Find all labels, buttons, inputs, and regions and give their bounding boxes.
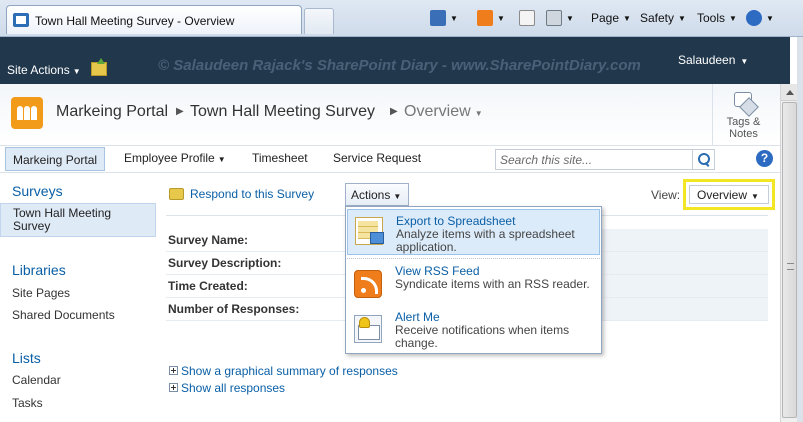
detail-value: [601, 252, 768, 274]
home-button[interactable]: ▼: [430, 9, 458, 27]
tags-notes-button[interactable]: Tags & Notes: [712, 84, 774, 146]
print-icon: [546, 10, 562, 26]
top-nav-item-label: Employee Profile: [124, 151, 215, 165]
site-actions-menu[interactable]: Site Actions ▼: [7, 63, 81, 77]
left-nav-item-tasks[interactable]: Tasks: [12, 396, 43, 410]
show-graphical-summary-link[interactable]: Show a graphical summary of responses: [169, 364, 398, 378]
actions-label: Actions: [351, 188, 391, 202]
menu-item-export-to-spreadsheet[interactable]: Export to Spreadsheet Analyze items with…: [347, 209, 600, 255]
left-nav-item-site-pages[interactable]: Site Pages: [12, 286, 70, 300]
user-menu[interactable]: Salaudeen ▼: [678, 53, 748, 67]
help-circle-icon: [746, 10, 762, 26]
expand-icon: [169, 366, 178, 375]
site-actions-label: Site Actions: [7, 63, 70, 77]
breadcrumb-separator-icon: ▶: [176, 106, 184, 117]
menu-item-description: Analyze items with a spreadsheet applica…: [396, 227, 575, 254]
search-icon[interactable]: [693, 149, 715, 170]
detail-label: Survey Description:: [168, 256, 282, 270]
left-nav-item-calendar[interactable]: Calendar: [12, 373, 61, 387]
tags-notes-label-2: Notes: [729, 128, 758, 140]
feeds-button[interactable]: ▼: [477, 9, 505, 27]
browser-toolbar: Town Hall Meeting Survey - Overview ▼ ▼ …: [0, 0, 803, 37]
browser-tab-title: Town Hall Meeting Survey - Overview: [35, 14, 235, 28]
breadcrumb-current-label: Overview: [404, 103, 471, 120]
alert-icon: [354, 315, 382, 343]
menu-separator: [347, 258, 600, 259]
top-nav-service-request[interactable]: Service Request: [333, 151, 421, 165]
menu-item-description: Syndicate items with an RSS reader.: [395, 277, 590, 291]
top-nav-employee-profile[interactable]: Employee Profile ▼: [124, 151, 226, 165]
watermark: © Salaudeen Rajack's SharePoint Diary - …: [158, 57, 641, 74]
left-nav-heading-surveys[interactable]: Surveys: [12, 183, 63, 199]
safety-menu[interactable]: Safety ▼: [640, 9, 686, 27]
respond-label: Respond to this Survey: [190, 187, 315, 201]
page-menu[interactable]: Page ▼: [591, 9, 631, 27]
search-input[interactable]: Search this site...: [495, 149, 693, 170]
actions-menu-button[interactable]: Actions ▼: [345, 183, 409, 206]
menu-item-alert-me[interactable]: Alert Me Receive notifications when item…: [347, 308, 600, 352]
tools-menu-label: Tools: [697, 11, 726, 25]
breadcrumb-separator-icon: ▶: [390, 106, 398, 117]
scrollbar-grip-icon: [787, 263, 794, 270]
left-nav-item-shared-documents[interactable]: Shared Documents: [12, 308, 115, 322]
detail-label: Survey Name:: [168, 233, 249, 247]
print-button[interactable]: ▼: [546, 9, 574, 27]
view-selector[interactable]: Overview ▼: [683, 179, 775, 210]
breadcrumb-current-page[interactable]: Overview ▼: [404, 103, 483, 121]
help-icon[interactable]: ?: [756, 150, 773, 167]
mail-icon: [519, 10, 535, 26]
safety-menu-label: Safety: [640, 11, 675, 25]
tags-notes-label-1: Tags &: [726, 116, 761, 128]
breadcrumb-site[interactable]: Markeing Portal: [56, 103, 168, 121]
view-selected-value: Overview: [697, 188, 748, 202]
respond-to-survey-link[interactable]: Respond to this Survey: [169, 187, 314, 201]
detail-value: [601, 298, 768, 320]
actions-dropdown-menu: Export to Spreadsheet Analyze items with…: [345, 206, 602, 354]
tags-notes-icon: [732, 90, 756, 114]
detail-value: [601, 229, 768, 251]
window-edge: [797, 37, 803, 422]
respond-icon: [169, 188, 184, 200]
top-nav-timesheet[interactable]: Timesheet: [252, 151, 308, 165]
tools-menu[interactable]: Tools ▼: [697, 9, 737, 27]
show-graphical-summary-label: Show a graphical summary of responses: [181, 364, 398, 378]
top-navigation: Markeing Portal Employee Profile ▼ Timesh…: [0, 146, 790, 173]
new-tab-button[interactable]: [304, 8, 334, 34]
left-navigation: Surveys Town Hall Meeting Survey Librari…: [0, 173, 157, 422]
detail-label: Time Created:: [168, 279, 248, 293]
menu-item-description: Receive notifications when items change.: [395, 323, 570, 350]
navigate-up-icon[interactable]: [91, 58, 107, 76]
show-all-responses-label: Show all responses: [181, 381, 286, 395]
detail-label: Number of Responses:: [168, 302, 300, 316]
scroll-up-arrow-icon[interactable]: [781, 84, 798, 101]
title-area: Markeing Portal ▶ Town Hall Meeting Surv…: [0, 84, 790, 146]
user-name: Salaudeen: [678, 53, 736, 67]
detail-value: [601, 275, 768, 297]
expand-icon: [169, 383, 178, 392]
home-icon: [430, 10, 446, 26]
show-all-responses-link[interactable]: Show all responses: [169, 381, 285, 395]
breadcrumb-list[interactable]: Town Hall Meeting Survey: [190, 103, 375, 121]
site-logo-icon[interactable]: [11, 97, 43, 129]
view-label: View:: [651, 188, 681, 202]
left-nav-heading-lists[interactable]: Lists: [12, 350, 41, 366]
left-nav-item-town-hall-survey[interactable]: Town Hall Meeting Survey: [0, 203, 156, 237]
left-nav-heading-libraries[interactable]: Libraries: [12, 262, 66, 278]
sharepoint-header: Site Actions ▼ © Salaudeen Rajack's Share…: [0, 37, 790, 84]
vertical-scrollbar[interactable]: [780, 84, 798, 422]
mail-button[interactable]: [519, 9, 535, 27]
rss-icon: [354, 270, 382, 298]
page-menu-label: Page: [591, 11, 620, 25]
favicon-icon: [13, 13, 29, 27]
browser-tab[interactable]: Town Hall Meeting Survey - Overview: [6, 5, 302, 34]
help-menu[interactable]: ▼: [746, 9, 774, 27]
menu-item-view-rss-feed[interactable]: View RSS Feed Syndicate items with an RS…: [347, 262, 600, 306]
spreadsheet-icon: [355, 217, 384, 245]
feeds-icon: [477, 10, 493, 26]
scrollbar-thumb[interactable]: [782, 102, 797, 418]
top-nav-home[interactable]: Markeing Portal: [5, 147, 106, 171]
